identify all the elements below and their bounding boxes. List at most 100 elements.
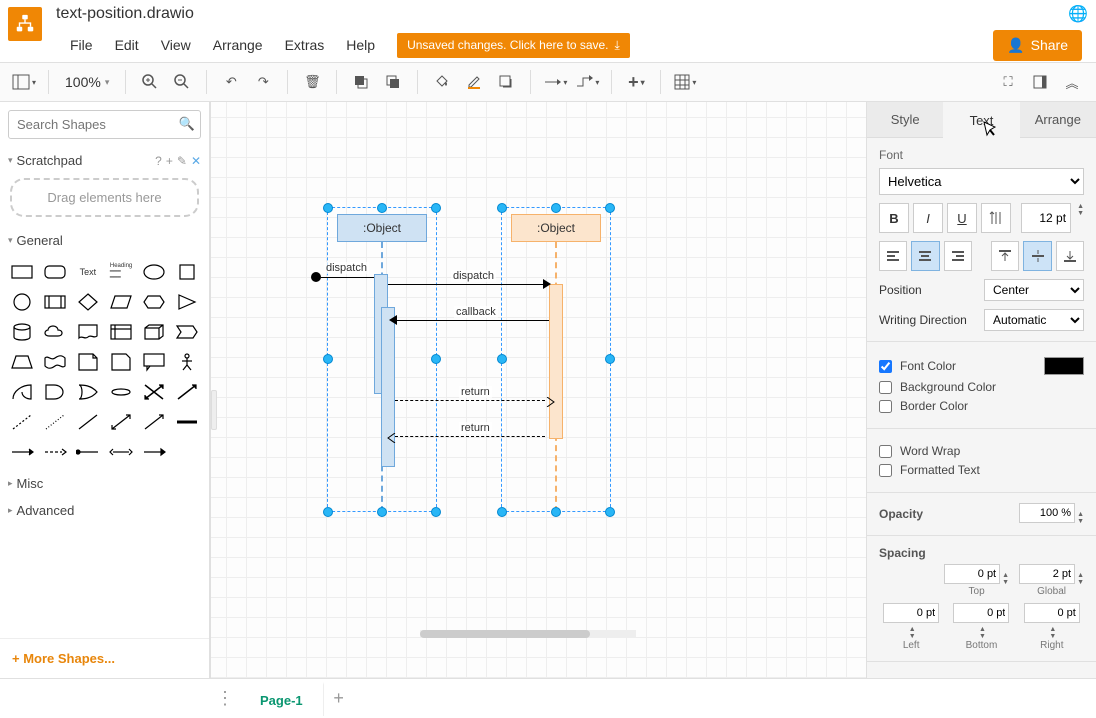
- general-section-header[interactable]: ▾ General: [0, 227, 209, 254]
- selection-handle[interactable]: [497, 354, 507, 364]
- connection-icon[interactable]: ▾: [541, 68, 569, 96]
- position-select[interactable]: Center: [984, 279, 1084, 301]
- close-icon[interactable]: ✕: [191, 154, 201, 168]
- redo-icon[interactable]: ↷: [249, 68, 277, 96]
- fullscreen-icon[interactable]: ⛶: [994, 68, 1022, 96]
- bg-color-checkbox[interactable]: [879, 381, 892, 394]
- advanced-section-header[interactable]: ▸ Advanced: [0, 497, 209, 524]
- menu-help[interactable]: Help: [336, 33, 385, 57]
- help-icon[interactable]: ?: [155, 154, 162, 168]
- label-dispatch-1[interactable]: dispatch: [324, 262, 369, 274]
- misc-section-header[interactable]: ▸ Misc: [0, 470, 209, 497]
- selection-handle[interactable]: [323, 507, 333, 517]
- spacing-right-input[interactable]: [1024, 603, 1080, 623]
- spacing-global-input[interactable]: [1019, 564, 1075, 584]
- label-return-1[interactable]: return: [459, 386, 492, 398]
- spacing-bottom-input[interactable]: [953, 603, 1009, 623]
- selection-handle[interactable]: [431, 507, 441, 517]
- format-panel-toggle-icon[interactable]: [1026, 68, 1054, 96]
- shape-curve[interactable]: [6, 378, 37, 406]
- zoom-in-icon[interactable]: [136, 68, 164, 96]
- shape-note[interactable]: [72, 348, 103, 376]
- to-front-icon[interactable]: [347, 68, 375, 96]
- scratchpad-header[interactable]: ▾ Scratchpad ? + ✎ ✕: [0, 147, 209, 174]
- line-color-icon[interactable]: [460, 68, 488, 96]
- border-color-checkbox[interactable]: [879, 400, 892, 413]
- selection-handle[interactable]: [551, 203, 561, 213]
- label-callback[interactable]: callback: [454, 306, 498, 318]
- fill-color-icon[interactable]: [428, 68, 456, 96]
- language-icon[interactable]: 🌐: [1068, 4, 1088, 24]
- shape-bidir-arrow[interactable]: [105, 408, 136, 436]
- selection-handle[interactable]: [431, 354, 441, 364]
- shape-cylinder[interactable]: [6, 318, 37, 346]
- menu-extras[interactable]: Extras: [275, 33, 335, 57]
- shape-internal-storage[interactable]: [105, 318, 136, 346]
- selection-handle[interactable]: [497, 203, 507, 213]
- font-color-checkbox[interactable]: [879, 360, 892, 373]
- word-wrap-checkbox[interactable]: [879, 445, 892, 458]
- shape-circle[interactable]: [6, 288, 37, 316]
- add-page-button[interactable]: +: [324, 688, 354, 709]
- shape-cube[interactable]: [139, 318, 170, 346]
- shape-rectangle[interactable]: [6, 258, 37, 286]
- waypoint-icon[interactable]: ▾: [573, 68, 601, 96]
- collapse-icon[interactable]: ︽: [1058, 68, 1086, 96]
- shape-link-dash[interactable]: [39, 438, 70, 466]
- shape-dir-arrow[interactable]: [139, 408, 170, 436]
- shape-step[interactable]: [172, 318, 203, 346]
- diagram-object-left[interactable]: :Object: [337, 214, 427, 242]
- align-left-button[interactable]: [879, 241, 907, 271]
- bold-button[interactable]: B: [879, 203, 909, 233]
- shape-arrow-both[interactable]: [139, 378, 170, 406]
- shape-and[interactable]: [39, 378, 70, 406]
- valign-middle-button[interactable]: [1023, 241, 1051, 271]
- shape-text[interactable]: Text: [72, 258, 103, 286]
- selection-handle[interactable]: [431, 203, 441, 213]
- selection-handle[interactable]: [323, 203, 333, 213]
- italic-button[interactable]: I: [913, 203, 943, 233]
- align-center-button[interactable]: [911, 241, 939, 271]
- shape-diamond[interactable]: [72, 288, 103, 316]
- spacing-left-input[interactable]: [883, 603, 939, 623]
- font-size-input[interactable]: [1021, 203, 1071, 233]
- shape-document[interactable]: [72, 318, 103, 346]
- arrow-callback[interactable]: [395, 320, 549, 321]
- diagram-object-right[interactable]: :Object: [511, 214, 601, 242]
- formatted-text-checkbox[interactable]: [879, 464, 892, 477]
- opacity-input[interactable]: [1019, 503, 1075, 523]
- menu-file[interactable]: File: [60, 33, 103, 57]
- delete-icon[interactable]: 🗑: [298, 68, 326, 96]
- sidebar-resize-handle[interactable]: [211, 390, 217, 430]
- arrow-return-2[interactable]: [395, 436, 545, 437]
- font-size-spinner[interactable]: ▲▼: [1077, 203, 1084, 233]
- font-color-swatch[interactable]: [1044, 357, 1084, 375]
- app-logo[interactable]: [8, 7, 42, 41]
- tab-style[interactable]: Style: [867, 102, 943, 138]
- menu-view[interactable]: View: [151, 33, 201, 57]
- tab-text[interactable]: Text: [943, 102, 1019, 138]
- shape-line-dashed[interactable]: [6, 408, 37, 436]
- scratchpad-dropzone[interactable]: Drag elements here: [10, 178, 199, 217]
- shape-link-thick[interactable]: [172, 408, 203, 436]
- table-icon[interactable]: ▾: [671, 68, 699, 96]
- search-input[interactable]: [8, 110, 201, 139]
- shape-ellipse[interactable]: [139, 258, 170, 286]
- shape-link-both[interactable]: [105, 438, 136, 466]
- valign-bottom-button[interactable]: [1056, 241, 1084, 271]
- spacing-top-input[interactable]: [944, 564, 1000, 584]
- shape-line[interactable]: [72, 408, 103, 436]
- shape-link-open[interactable]: [72, 438, 103, 466]
- shape-link-closed[interactable]: [139, 438, 170, 466]
- selection-handle[interactable]: [377, 203, 387, 213]
- tab-arrange[interactable]: Arrange: [1020, 102, 1096, 138]
- to-back-icon[interactable]: [379, 68, 407, 96]
- arrow-dispatch-2[interactable]: [388, 284, 549, 285]
- label-dispatch-2[interactable]: dispatch: [451, 270, 496, 282]
- canvas[interactable]: :Object :Object dispatch dispatch ca: [210, 102, 866, 678]
- more-shapes-button[interactable]: + More Shapes...: [0, 638, 209, 678]
- font-select[interactable]: Helvetica: [879, 168, 1084, 195]
- shape-line-dotted[interactable]: [39, 408, 70, 436]
- selection-handle[interactable]: [605, 203, 615, 213]
- shape-actor[interactable]: [172, 348, 203, 376]
